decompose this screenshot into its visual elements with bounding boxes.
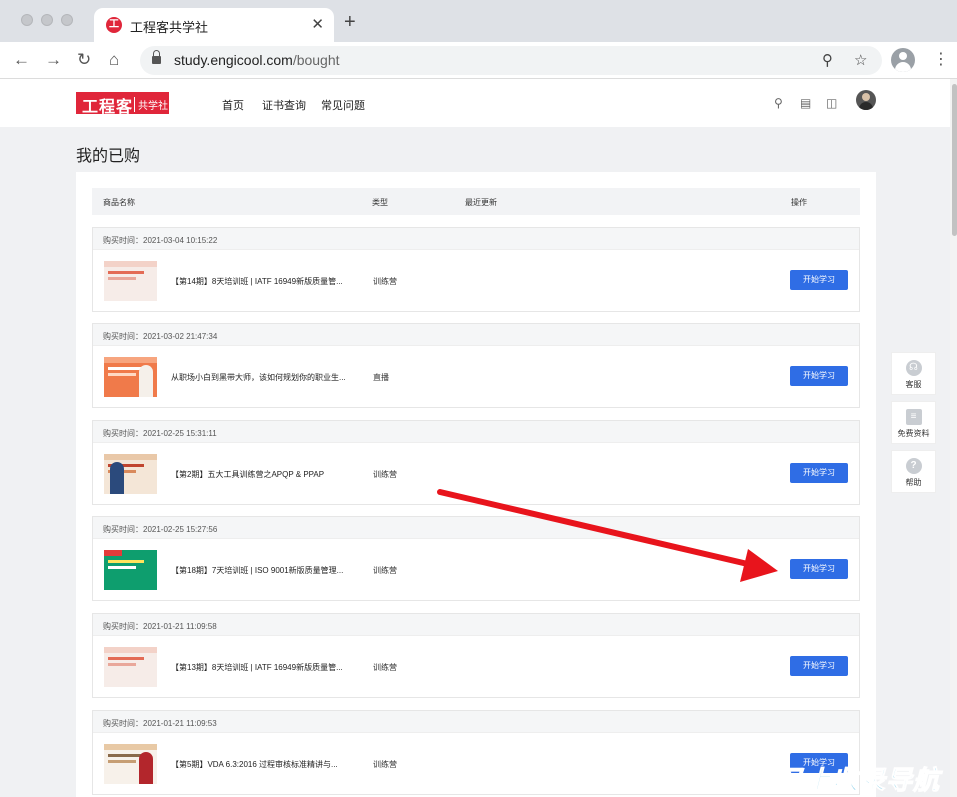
annotation-arrow — [437, 489, 778, 582]
annotation-arrow-head — [740, 549, 778, 582]
annotation-arrow-shaft — [437, 489, 755, 568]
watermark-text: 马上收录导航 — [777, 765, 941, 796]
